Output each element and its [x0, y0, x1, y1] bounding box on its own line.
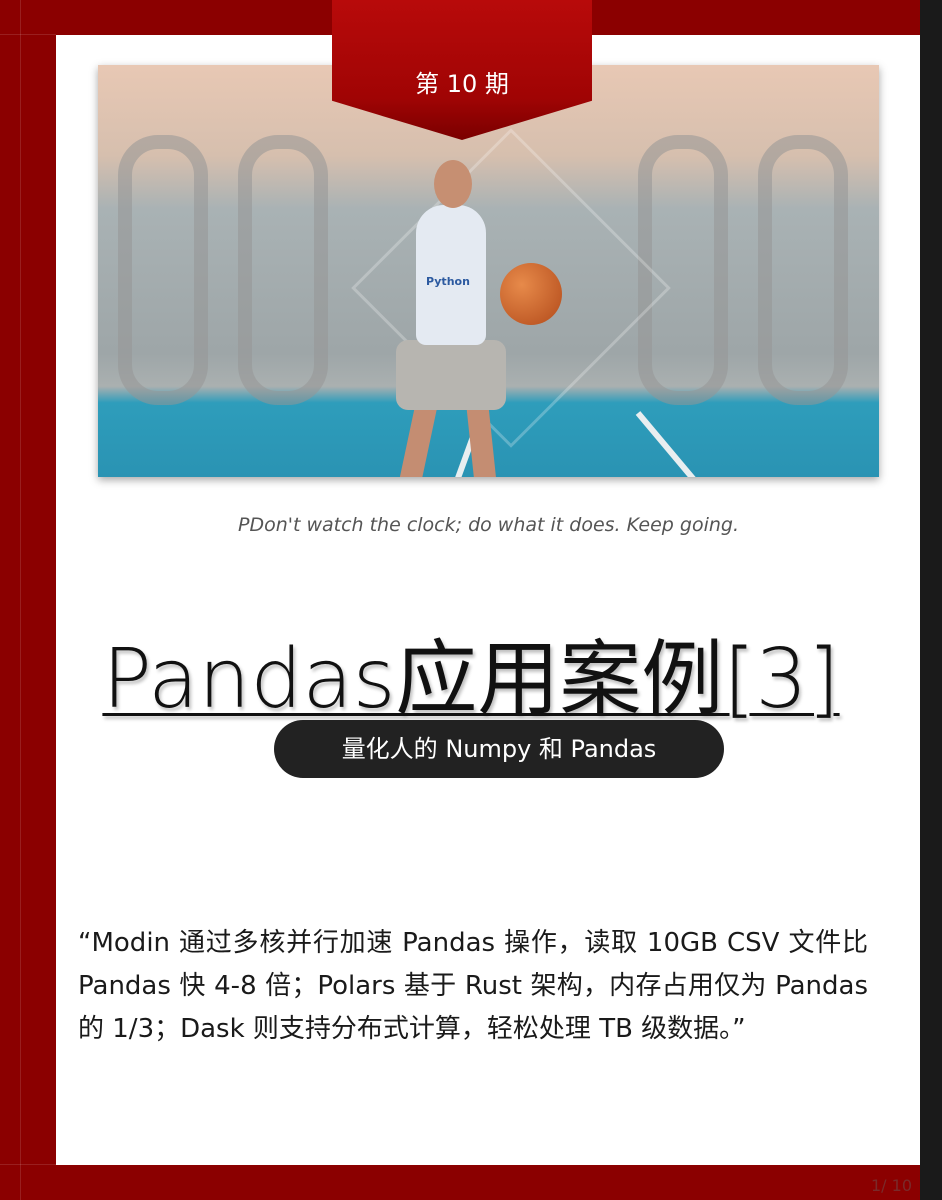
bottom-frame-band	[56, 1165, 920, 1200]
page-title: Pandas应用案例[3]	[102, 632, 840, 727]
player-head	[434, 160, 472, 208]
subtitle-pill: 量化人的 Numpy 和 Pandas	[274, 720, 724, 778]
court-line	[635, 411, 718, 477]
wall-letter-shape	[118, 135, 208, 405]
issue-label: 第 10 期	[415, 70, 509, 98]
page-number: 1/ 10	[870, 1176, 912, 1195]
top-frame-rule	[0, 34, 56, 35]
left-frame-rule	[20, 0, 21, 1200]
shirt-text: Python	[426, 275, 470, 288]
wall-letter-shape	[758, 135, 848, 405]
right-frame-band	[920, 0, 942, 1200]
wall-letter-shape	[238, 135, 328, 405]
bottom-frame-rule	[0, 1164, 56, 1165]
basketball	[500, 263, 562, 325]
body-paragraph: “Modin 通过多核并行加速 Pandas 操作，读取 10GB CSV 文件…	[78, 928, 868, 1044]
cover-quote: PDon't watch the clock; do what it does.…	[237, 514, 739, 536]
player-shorts	[396, 340, 506, 410]
left-frame-band	[0, 0, 56, 1200]
